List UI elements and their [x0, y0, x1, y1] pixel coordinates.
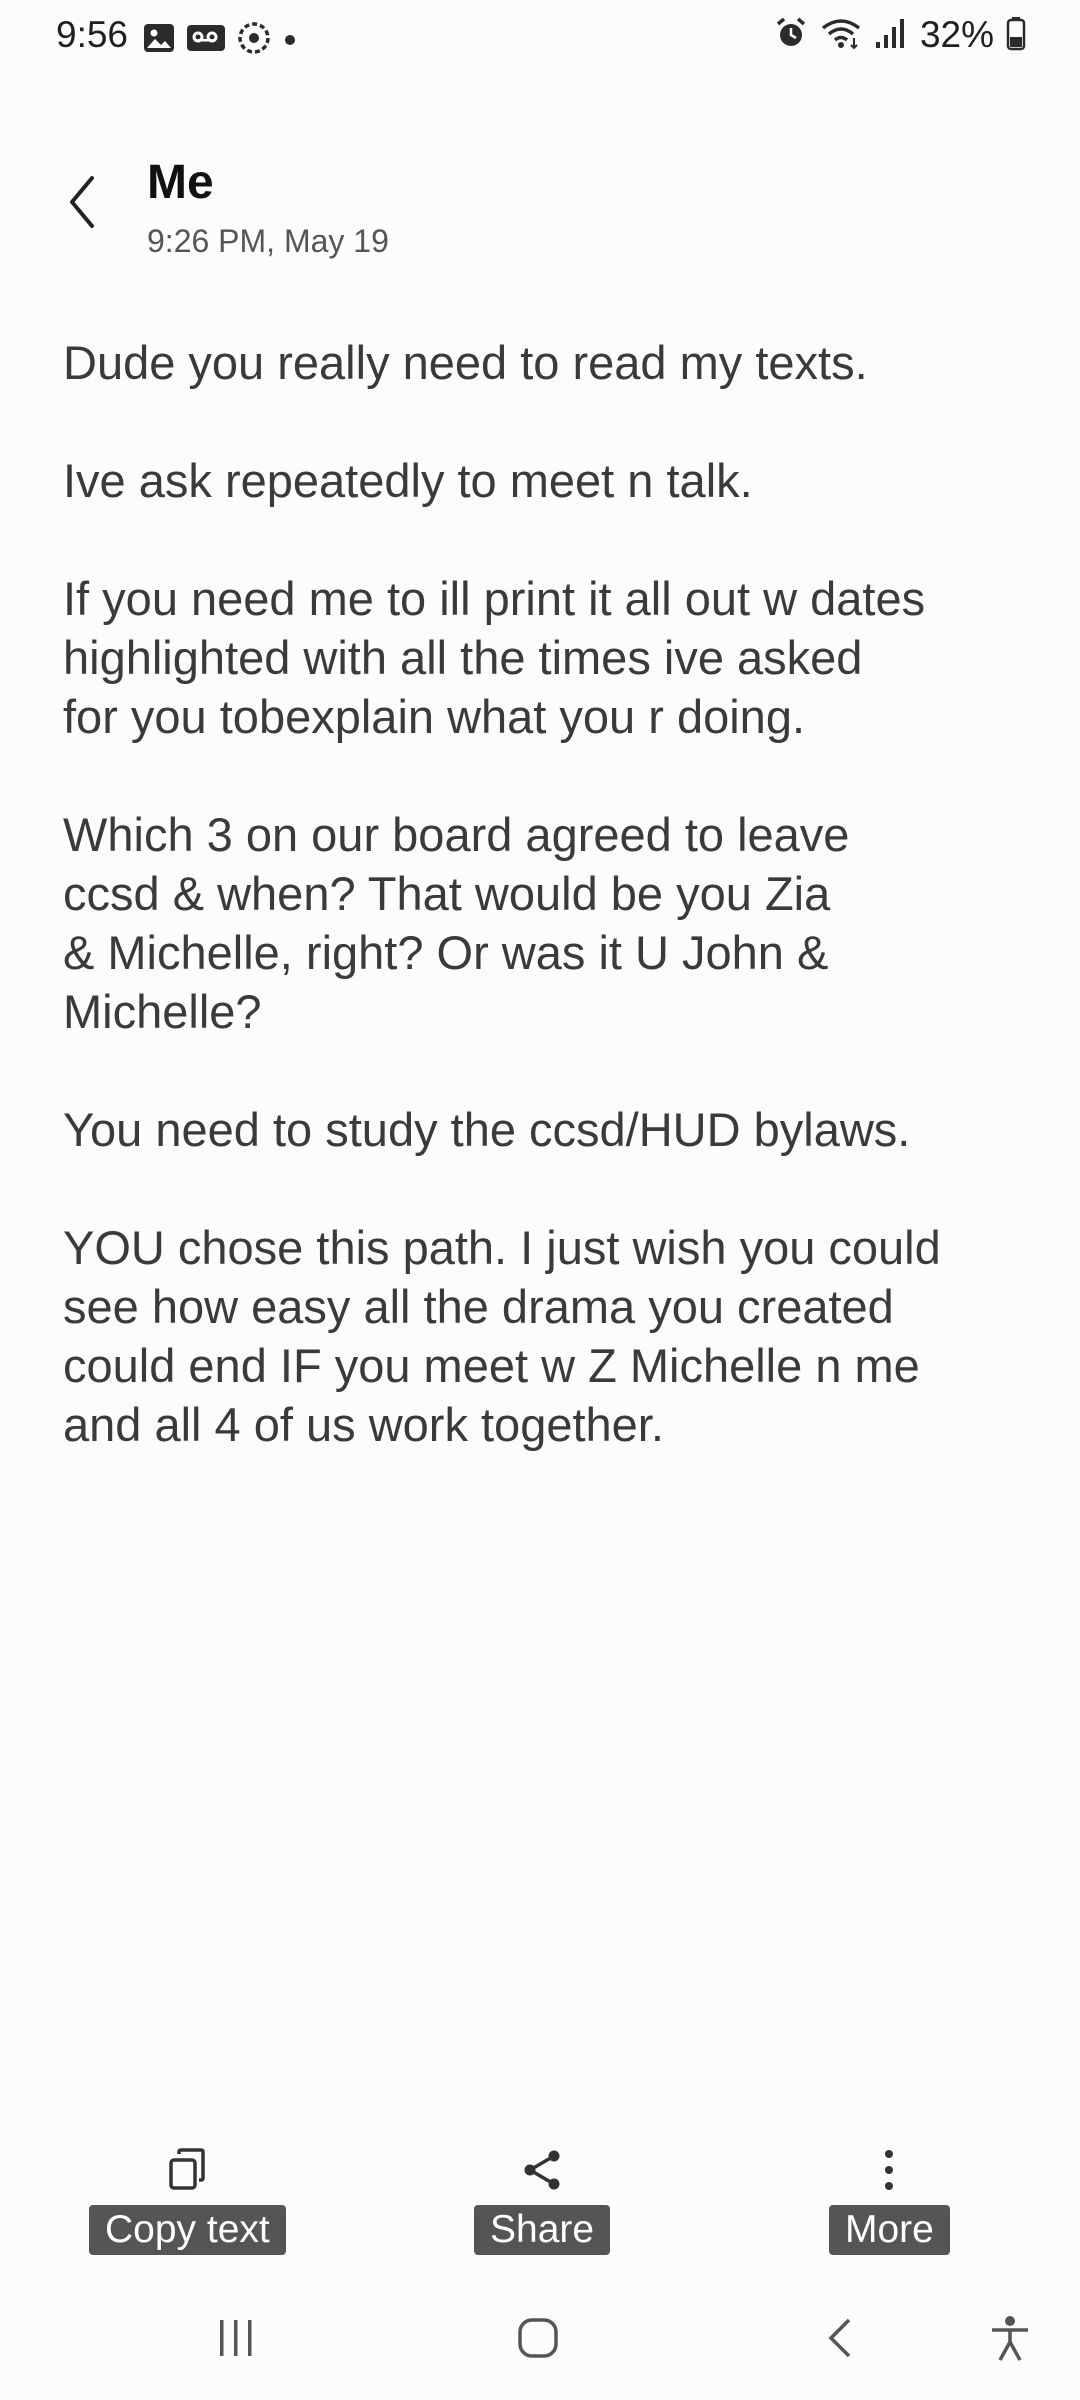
share-icon: [520, 2135, 564, 2205]
message-paragraph: You need to study the ccsd/HUD bylaws.: [63, 1103, 911, 1156]
sync-icon: [236, 20, 272, 61]
status-bar: 9:56 32%: [0, 0, 1080, 80]
status-time: 9:56: [56, 14, 129, 55]
gallery-icon: [142, 21, 176, 60]
nav-back-button[interactable]: [806, 2310, 876, 2370]
chevron-left-icon: [64, 174, 100, 235]
voicemail-icon: [186, 21, 226, 60]
action-bar: Copy text Share More: [0, 2135, 1080, 2265]
recents-icon: [214, 2316, 258, 2365]
alarm-icon: [774, 16, 808, 55]
status-notification-icons: [142, 20, 298, 61]
more-label: More: [829, 2205, 950, 2255]
message-paragraph: Dude you really need to read my texts.: [63, 336, 868, 389]
more-vertical-icon: [879, 2135, 899, 2205]
signal-icon: [874, 16, 908, 55]
accessibility-button[interactable]: [975, 2310, 1045, 2370]
message-paragraph: Ive ask repeatedly to meet n talk.: [63, 454, 753, 507]
battery-icon: [1006, 15, 1026, 56]
copy-text-label: Copy text: [89, 2205, 286, 2255]
more-button[interactable]: More: [829, 2135, 950, 2255]
share-button[interactable]: Share: [474, 2135, 611, 2255]
accessibility-icon: [988, 2314, 1032, 2367]
home-icon: [516, 2316, 560, 2365]
dot-icon: [282, 21, 298, 60]
message-timestamp: 9:26 PM, May 19: [147, 223, 389, 259]
navigation-bar: [0, 2290, 1080, 2385]
copy-text-button[interactable]: Copy text: [89, 2135, 286, 2255]
wifi-icon: [820, 16, 862, 55]
sender-name: Me: [147, 156, 214, 209]
copy-icon: [165, 2135, 209, 2205]
home-button[interactable]: [503, 2310, 573, 2370]
back-icon: [819, 2316, 863, 2365]
battery-percentage: 32%: [919, 14, 994, 55]
status-system-icons: 32%: [774, 14, 1026, 56]
share-label: Share: [474, 2205, 611, 2255]
message-paragraph: Which 3 on our board agreed to leave ccs…: [63, 808, 850, 1038]
back-button[interactable]: [52, 168, 112, 240]
recents-button[interactable]: [201, 2310, 271, 2370]
message-paragraph: YOU chose this path. I just wish you cou…: [63, 1221, 941, 1451]
message-body: Dude you really need to read my texts. I…: [63, 333, 1033, 1513]
message-paragraph: If you need me to ill print it all out w…: [63, 572, 926, 743]
